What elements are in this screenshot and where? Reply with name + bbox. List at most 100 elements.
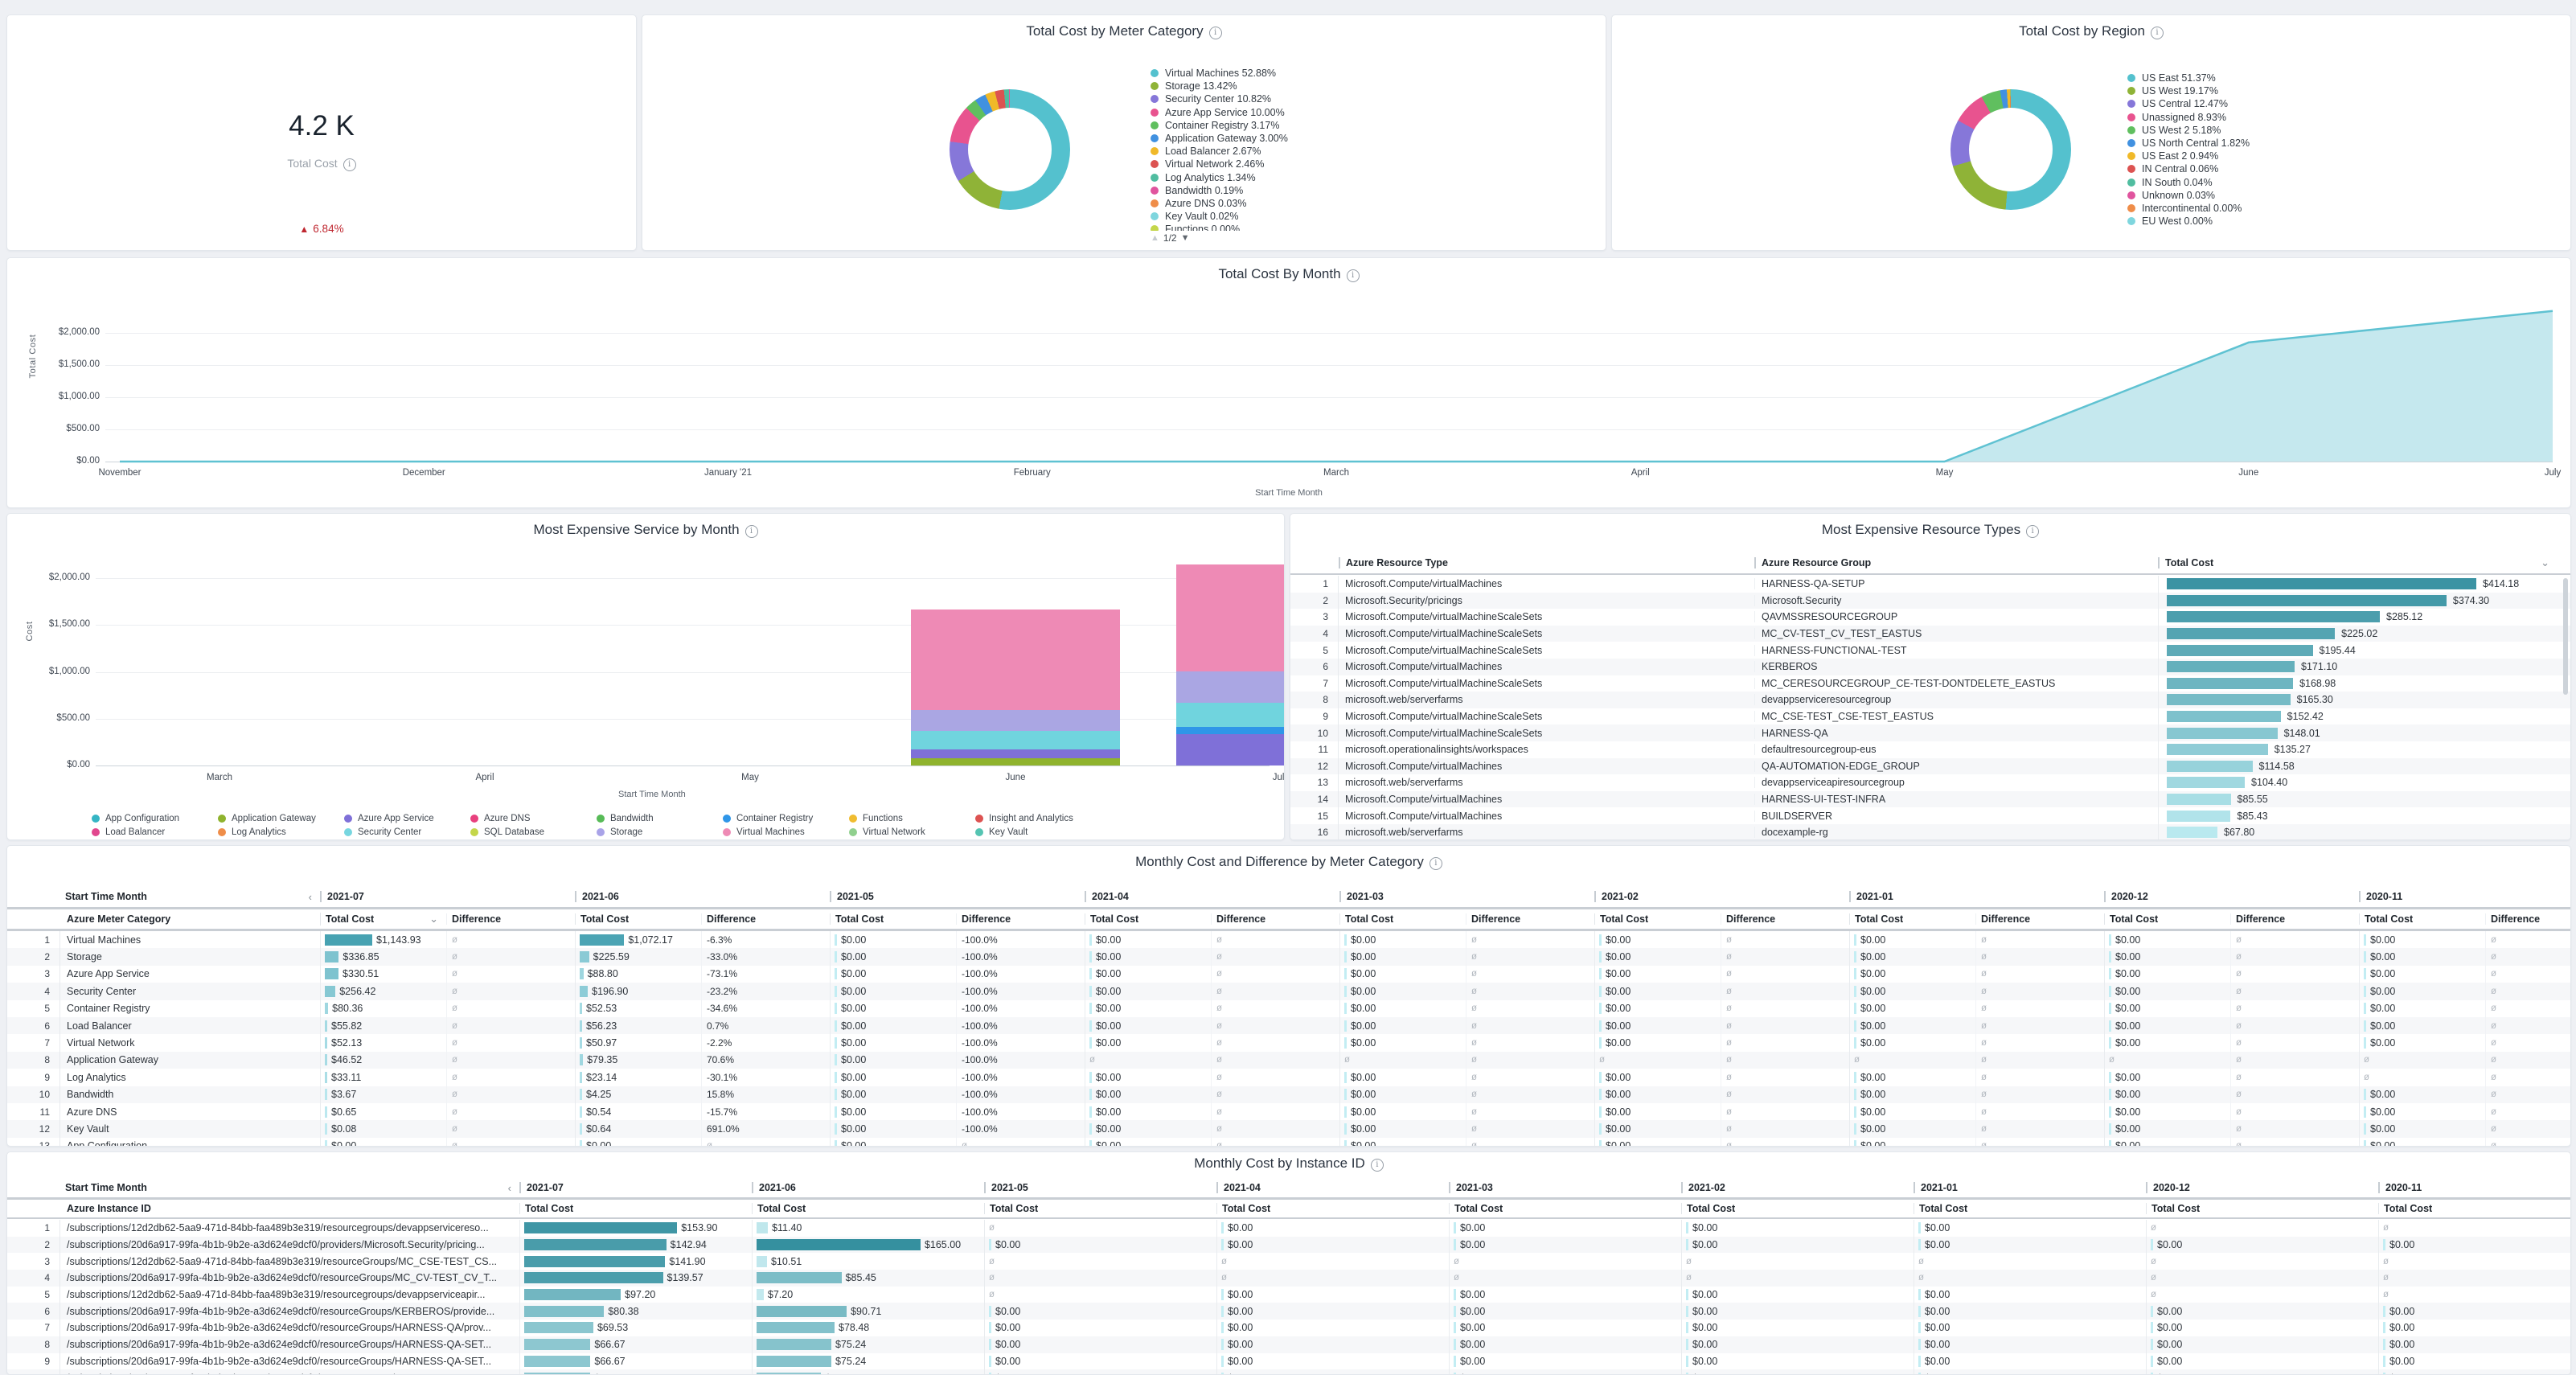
total-cost-header[interactable]: Total Cost <box>2378 1203 2571 1214</box>
bar-segment[interactable] <box>1176 703 1285 727</box>
legend-item[interactable]: Log Analytics <box>218 825 344 839</box>
month-header[interactable]: 2021-01 <box>1849 891 2104 902</box>
legend-item[interactable]: Azure App Service 10.00% <box>1151 106 1288 119</box>
table-row[interactable]: 7Virtual Network$52.13ø$50.97-2.2%$0.00-… <box>7 1034 2571 1051</box>
difference-header[interactable]: Difference <box>701 913 830 925</box>
legend-item[interactable]: Security Center <box>344 825 470 839</box>
table-row[interactable]: 2Storage$336.85ø$225.59-33.0%$0.00-100.0… <box>7 948 2571 965</box>
table-row[interactable]: 16microsoft.web/serverfarmsdocexample-rg… <box>1290 824 2570 840</box>
table-row[interactable]: 15Microsoft.Compute/virtualMachinesBUILD… <box>1290 807 2570 824</box>
total-cost-header[interactable]: Total Cost <box>752 1203 984 1214</box>
legend-item[interactable]: Storage 13.42% <box>1151 80 1288 92</box>
sort-chevron-icon[interactable]: ⌄ <box>429 913 438 926</box>
month-header[interactable]: 2021-07 <box>519 1182 752 1193</box>
month-header[interactable]: 2020-12 <box>2146 1182 2378 1193</box>
chevron-down-icon[interactable]: ⌄ <box>2541 556 2549 569</box>
difference-header[interactable]: Difference <box>1721 913 1849 925</box>
month-header[interactable]: 2021-05 <box>984 1182 1216 1193</box>
table-row[interactable]: 13App Configuration$0.00ø$0.00ø$0.00ø$0.… <box>7 1138 2571 1147</box>
month-header[interactable]: 2021-06 <box>752 1182 984 1193</box>
legend-item[interactable]: US East 2 0.94% <box>2127 150 2250 162</box>
total-cost-header[interactable]: Total Cost⌄ <box>320 913 446 926</box>
total-cost-header[interactable]: Total Cost <box>830 913 956 925</box>
month-header[interactable]: 2021-05 <box>830 891 1085 902</box>
bar-segment[interactable] <box>911 731 1120 749</box>
legend-item[interactable]: Insight and Analytics <box>975 811 1101 825</box>
table-row[interactable]: 4/subscriptions/20d6a917-99fa-4b1b-9b2e-… <box>7 1270 2571 1287</box>
legend-item[interactable]: Key Vault <box>975 825 1101 839</box>
table-row[interactable]: 7Microsoft.Compute/virtualMachineScaleSe… <box>1290 675 2570 692</box>
table-row[interactable]: 10Microsoft.Compute/virtualMachineScaleS… <box>1290 724 2570 741</box>
legend-item[interactable]: Container Registry 3.17% <box>1151 119 1288 132</box>
month-header[interactable]: 2020-11 <box>2378 1182 2571 1193</box>
legend-item[interactable]: Azure App Service <box>344 811 470 825</box>
table-row[interactable]: 1Microsoft.Compute/virtualMachinesHARNES… <box>1290 576 2570 593</box>
bar-segment[interactable] <box>1176 734 1285 765</box>
table-row[interactable]: 6/subscriptions/20d6a917-99fa-4b1b-9b2e-… <box>7 1303 2571 1320</box>
legend-item[interactable]: Bandwidth <box>597 811 723 825</box>
donut-chart[interactable] <box>950 89 1070 210</box>
legend-item[interactable]: Load Balancer 2.67% <box>1151 145 1288 158</box>
legend-item[interactable]: US East 51.37% <box>2127 72 2250 84</box>
month-header[interactable]: 2021-02 <box>1681 1182 1914 1193</box>
legend-item[interactable]: Virtual Machines <box>723 825 849 839</box>
total-cost-header[interactable]: Total Cost <box>984 1203 1216 1214</box>
difference-header[interactable]: Difference <box>1466 913 1594 925</box>
difference-header[interactable]: Difference <box>2485 913 2571 925</box>
table-row[interactable]: 8/subscriptions/20d6a917-99fa-4b1b-9b2e-… <box>7 1336 2571 1353</box>
table-row[interactable]: 9Microsoft.Compute/virtualMachineScaleSe… <box>1290 708 2570 725</box>
legend-item[interactable]: US West 19.17% <box>2127 84 2250 97</box>
column-header[interactable]: Azure Resource Group <box>1754 557 2158 568</box>
total-cost-header[interactable]: Total Cost <box>1339 913 1466 925</box>
table-row[interactable]: 8microsoft.web/serverfarmsdevappservicer… <box>1290 692 2570 708</box>
month-header[interactable]: 2021-06 <box>575 891 830 902</box>
table-row[interactable]: 1/subscriptions/12d2db62-5aa9-471d-84bb-… <box>7 1220 2571 1237</box>
total-cost-header[interactable]: Total Cost <box>575 913 701 925</box>
pager-down-icon[interactable]: ▼ <box>1181 233 1190 243</box>
month-header[interactable]: 2020-12 <box>2104 891 2359 902</box>
legend-item[interactable]: App Configuration <box>92 811 218 825</box>
total-cost-header[interactable]: Total Cost <box>1849 913 1975 925</box>
info-icon[interactable]: i <box>1430 857 1442 870</box>
legend-item[interactable]: SQL Database <box>470 825 597 839</box>
legend-item[interactable]: Unknown 0.03% <box>2127 189 2250 202</box>
legend-item[interactable]: Virtual Network 2.46% <box>1151 158 1288 170</box>
legend-item[interactable]: Functions <box>849 811 975 825</box>
donut-chart[interactable] <box>1950 89 2071 210</box>
table-row[interactable]: 5Microsoft.Compute/virtualMachineScaleSe… <box>1290 642 2570 659</box>
table-row[interactable]: 12Microsoft.Compute/virtualMachinesQA-AU… <box>1290 758 2570 775</box>
legend-item[interactable]: Log Analytics 1.34% <box>1151 171 1288 184</box>
difference-header[interactable]: Difference <box>1975 913 2104 925</box>
legend-item[interactable]: IN Central 0.06% <box>2127 162 2250 175</box>
total-cost-header[interactable]: Total Cost <box>1449 1203 1681 1214</box>
prev-columns-icon[interactable]: ‹ <box>309 891 312 903</box>
table-row[interactable]: 3/subscriptions/12d2db62-5aa9-471d-84bb-… <box>7 1253 2571 1270</box>
total-cost-header[interactable]: Total Cost <box>2146 1203 2378 1214</box>
row-dimension-header[interactable]: Azure Meter Category <box>60 913 320 925</box>
difference-header[interactable]: Difference <box>446 913 575 925</box>
total-cost-header[interactable]: Total Cost <box>1681 1203 1914 1214</box>
legend-item[interactable]: Virtual Machines 52.88% <box>1151 67 1288 80</box>
difference-header[interactable]: Difference <box>956 913 1085 925</box>
table-row[interactable]: 8Application Gateway$46.52ø$79.3570.6%$0… <box>7 1052 2571 1069</box>
legend-item[interactable]: US West 2 5.18% <box>2127 124 2250 137</box>
info-icon[interactable]: i <box>1209 27 1222 39</box>
info-icon[interactable]: i <box>343 158 356 171</box>
month-header[interactable]: 2020-11 <box>2359 891 2571 902</box>
table-row[interactable]: 14Microsoft.Compute/virtualMachinesHARNE… <box>1290 791 2570 808</box>
total-cost-header[interactable]: Total Cost <box>2359 913 2485 925</box>
legend-item[interactable]: Azure DNS <box>470 811 597 825</box>
pager-up-icon[interactable]: ▲ <box>1151 233 1159 243</box>
month-header[interactable]: 2021-03 <box>1339 891 1594 902</box>
total-cost-header[interactable]: Total Cost <box>1085 913 1211 925</box>
legend-item[interactable]: IN South 0.04% <box>2127 176 2250 189</box>
area-chart[interactable]: $2,000.00$1,500.00$1,000.00$500.00$0.00N… <box>7 258 2570 507</box>
table-row[interactable]: 10/subscriptions/20d6a917-99fa-4b1b-9b2e… <box>7 1369 2571 1375</box>
total-cost-header[interactable]: Total Cost <box>1914 1203 2146 1214</box>
legend-item[interactable]: Functions 0.00% <box>1151 223 1288 231</box>
scrollbar[interactable] <box>2563 578 2568 695</box>
month-header[interactable]: 2021-01 <box>1914 1182 2146 1193</box>
row-dimension-header[interactable]: Azure Instance ID <box>60 1203 519 1214</box>
info-icon[interactable]: i <box>2151 27 2164 39</box>
legend-item[interactable]: Key Vault 0.02% <box>1151 210 1288 223</box>
